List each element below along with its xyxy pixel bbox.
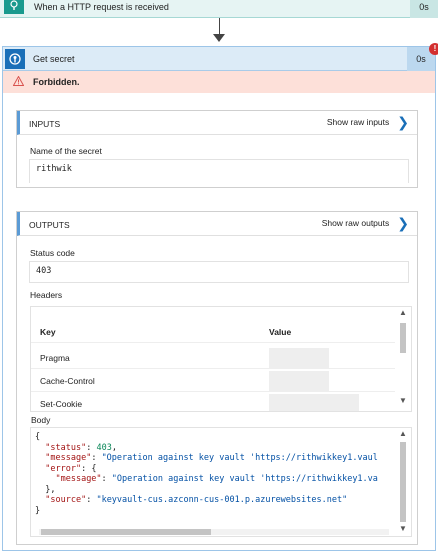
header-value-redacted [269, 348, 329, 368]
value-column-header: Value [269, 327, 292, 337]
chevron-right-icon: ❯ [397, 114, 409, 130]
error-badge: ! [429, 43, 438, 55]
status-code-value: 403 [29, 261, 409, 283]
secret-name-value: rithwik [29, 159, 409, 183]
scroll-up-icon[interactable]: ▲ [399, 309, 407, 317]
header-key: Set-Cookie [40, 399, 83, 409]
body-scrollbar[interactable]: ▲ ▼ [399, 430, 407, 534]
header-value-redacted [269, 394, 359, 411]
headers-table: Key Value Pragma Cache-Control Set-Cooki… [30, 306, 412, 412]
warning-icon [12, 75, 25, 88]
inputs-panel: INPUTS Show raw inputs ❯ Name of the sec… [16, 110, 418, 188]
trigger-step[interactable]: When a HTTP request is received 0s [0, 0, 438, 18]
show-raw-inputs-label: Show raw inputs [326, 117, 390, 127]
trigger-title: When a HTTP request is received [34, 2, 169, 12]
scrollbar-thumb[interactable] [400, 323, 406, 353]
arrow-down-icon [213, 34, 225, 42]
scrollbar-thumb[interactable] [400, 442, 406, 522]
outputs-header: OUTPUTS Show raw outputs ❯ [17, 212, 417, 236]
header-key: Pragma [40, 353, 70, 363]
status-code-label: Status code [30, 248, 75, 258]
table-row: Cache-Control [31, 370, 395, 392]
show-raw-inputs-button[interactable]: Show raw inputs ❯ [327, 115, 409, 129]
body-label: Body [31, 415, 51, 425]
headers-label: Headers [30, 290, 63, 300]
error-banner: Forbidden. [3, 71, 435, 93]
body-json: { "status": 403, "message": "Operation a… [35, 432, 378, 516]
chevron-right-icon: ❯ [397, 215, 409, 231]
table-row: Pragma [31, 347, 395, 369]
show-raw-outputs-label: Show raw outputs [321, 218, 390, 228]
inputs-header: INPUTS Show raw inputs ❯ [17, 111, 417, 135]
key-column-header: Key [40, 327, 56, 337]
scrollbar-thumb[interactable] [41, 529, 211, 535]
header-value-redacted [269, 371, 329, 391]
body-horizontal-scrollbar[interactable] [39, 529, 389, 535]
http-request-icon [4, 0, 24, 14]
inputs-title: INPUTS [29, 119, 61, 129]
scroll-down-icon[interactable]: ▼ [399, 397, 407, 405]
header-key: Cache-Control [40, 376, 95, 386]
headers-scrollbar[interactable]: ▲ ▼ [399, 309, 407, 409]
scroll-down-icon[interactable]: ▼ [399, 525, 407, 533]
card-header[interactable]: Get secret 0s [3, 47, 435, 71]
table-row: Set-Cookie [31, 393, 395, 411]
action-title: Get secret [33, 54, 75, 64]
scroll-up-icon[interactable]: ▲ [399, 430, 407, 438]
outputs-title: OUTPUTS [29, 220, 70, 230]
show-raw-outputs-button[interactable]: Show raw outputs ❯ [322, 216, 409, 230]
secret-name-label: Name of the secret [30, 146, 102, 156]
trigger-duration: 0s [410, 0, 438, 18]
error-message: Forbidden. [33, 77, 80, 87]
key-vault-icon [5, 49, 25, 69]
headers-table-header: Key Value [31, 313, 395, 343]
body-code-view[interactable]: { "status": 403, "message": "Operation a… [30, 427, 412, 537]
